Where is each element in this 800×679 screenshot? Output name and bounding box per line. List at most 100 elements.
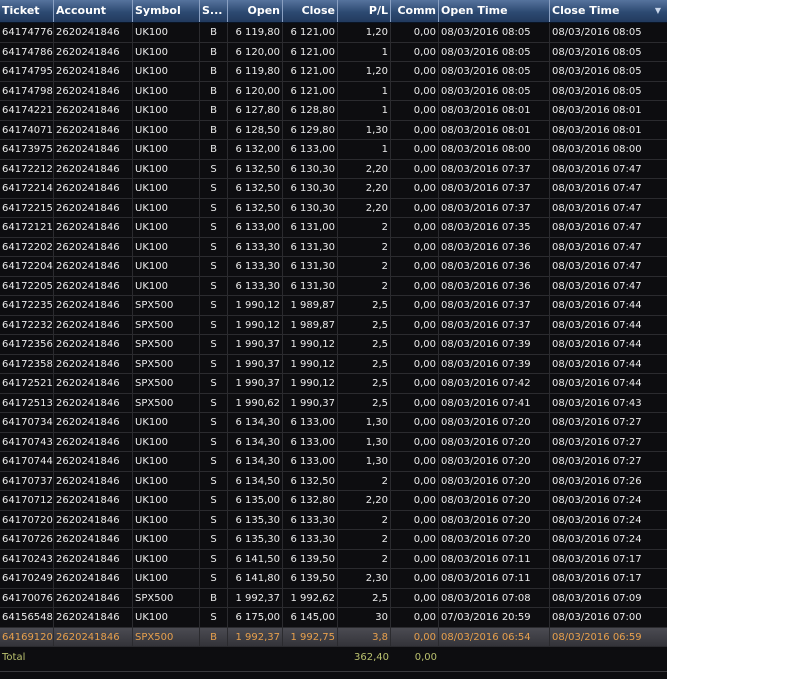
cell-close-time: 08/03/2016 07:09	[552, 592, 642, 604]
cell-account: 2620241846	[54, 452, 133, 471]
cell-side: S	[200, 218, 228, 237]
cell-close: 1 989,87	[283, 315, 338, 335]
column-header-comm[interactable]: Comm	[391, 0, 439, 22]
table-row[interactable]: 64170737 2620241846 UK100 S 6 134,50 6 132,50…	[0, 471, 667, 491]
table-row[interactable]: 64170720 2620241846 UK100 S 6 135,30 6 133,30…	[0, 510, 667, 530]
cell-open: 1 990,12	[228, 315, 283, 335]
table-row[interactable]: 64172202 2620241846 UK100 S 6 133,30 6 131,30…	[0, 237, 667, 257]
table-row[interactable]: 64172356 2620241846 SPX500 S 1 990,37 1 990,1…	[0, 335, 667, 355]
cell-symbol: UK100	[133, 608, 200, 627]
table-row[interactable]: 64172204 2620241846 UK100 S 6 133,30 6 131,30…	[0, 257, 667, 277]
cell-close-time: 08/03/2016 07:17	[552, 553, 642, 565]
cell-symbol: UK100	[133, 140, 200, 159]
cell-ticket: 64172235	[0, 296, 54, 315]
cell-close-time: 08/03/2016 08:01	[552, 124, 642, 136]
cell-pl: 2,20	[338, 159, 391, 179]
cell-close: 1 990,37	[283, 393, 338, 413]
table-row[interactable]: 64174798 2620241846 UK100 B 6 120,00 6 121,00…	[0, 81, 667, 101]
table-row[interactable]: 64170076 2620241846 SPX500 B 1 992,37 1 992,6…	[0, 588, 667, 608]
cell-comm: 0,00	[391, 23, 439, 42]
cell-open-time: 08/03/2016 07:20	[439, 413, 550, 432]
cell-open: 6 133,30	[228, 257, 283, 276]
cell-open: 6 119,80	[228, 23, 283, 42]
cell-comm: 0,00	[391, 296, 439, 315]
table-row[interactable]: 64173975 2620241846 UK100 B 6 132,00 6 133,00…	[0, 140, 667, 160]
cell-pl: 2	[338, 510, 391, 530]
table-row[interactable]: 64170249 2620241846 UK100 S 6 141,80 6 139,50…	[0, 569, 667, 589]
table-row[interactable]: 64170734 2620241846 UK100 S 6 134,30 6 133,00…	[0, 413, 667, 433]
cell-side: S	[200, 471, 228, 491]
table-row[interactable]: 64172232 2620241846 SPX500 S 1 990,12 1 989,8…	[0, 315, 667, 335]
table-row[interactable]: 64169120 2620241846 SPX500 B 1 992,37 1 992,7…	[0, 627, 667, 647]
table-row[interactable]: 64172358 2620241846 SPX500 S 1 990,37 1 990,1…	[0, 354, 667, 374]
cell-symbol: UK100	[133, 413, 200, 432]
cell-comm: 0,00	[391, 62, 439, 81]
cell-comm: 0,00	[391, 276, 439, 296]
cell-close-time: 08/03/2016 07:44	[552, 378, 642, 389]
cell-pl: 2	[338, 218, 391, 237]
cell-pl: 1,30	[338, 120, 391, 140]
table-row[interactable]: 64172215 2620241846 UK100 S 6 132,50 6 130,30…	[0, 198, 667, 218]
cell-open: 6 134,30	[228, 413, 283, 432]
cell-pl: 1	[338, 81, 391, 101]
column-header-open-time[interactable]: Open Time	[439, 0, 550, 22]
table-row[interactable]: 64170712 2620241846 UK100 S 6 135,00 6 132,80…	[0, 491, 667, 511]
cell-pl: 2,5	[338, 335, 391, 354]
cell-open: 6 141,50	[228, 549, 283, 569]
table-row[interactable]: 64170744 2620241846 UK100 S 6 134,30 6 133,00…	[0, 452, 667, 472]
cell-comm: 0,00	[391, 374, 439, 393]
table-row[interactable]: 64174071 2620241846 UK100 B 6 128,50 6 129,80…	[0, 120, 667, 140]
table-row[interactable]: 64156548 2620241846 UK100 S 6 175,00 6 145,00…	[0, 608, 667, 628]
cell-open: 6 134,30	[228, 432, 283, 452]
cell-ticket: 64174795	[0, 62, 54, 81]
cell-pl: 2	[338, 257, 391, 276]
table-row[interactable]: 64172121 2620241846 UK100 S 6 133,00 6 131,00…	[0, 218, 667, 238]
cell-open: 1 992,37	[228, 588, 283, 608]
cell-account: 2620241846	[54, 296, 133, 315]
cell-side: S	[200, 569, 228, 588]
table-row[interactable]: 64172235 2620241846 SPX500 S 1 990,12 1 989,8…	[0, 296, 667, 316]
cell-pl: 2,20	[338, 198, 391, 218]
table-row[interactable]: 64174786 2620241846 UK100 B 6 120,00 6 121,00…	[0, 42, 667, 62]
cell-comm: 0,00	[391, 81, 439, 101]
cell-close-time: 08/03/2016 07:00	[552, 612, 642, 623]
cell-open-time: 08/03/2016 07:20	[439, 491, 550, 510]
column-header-symbol[interactable]: Symbol	[133, 0, 200, 22]
table-row[interactable]: 64172513 2620241846 SPX500 S 1 990,62 1 990,3…	[0, 393, 667, 413]
cell-close-time: 08/03/2016 07:44	[552, 300, 642, 311]
column-header-open[interactable]: Open	[228, 0, 283, 22]
cell-comm: 0,00	[391, 452, 439, 471]
cell-open-time: 08/03/2016 08:05	[439, 42, 550, 62]
cell-close: 1 992,62	[283, 588, 338, 608]
cell-close: 6 121,00	[283, 81, 338, 101]
cell-pl: 2,30	[338, 569, 391, 588]
table-row[interactable]: 64174795 2620241846 UK100 B 6 119,80 6 121,00…	[0, 62, 667, 82]
cell-account: 2620241846	[54, 140, 133, 159]
cell-close-time: 08/03/2016 07:47	[552, 183, 642, 194]
column-header-close[interactable]: Close	[283, 0, 338, 22]
cell-side: S	[200, 335, 228, 354]
table-row[interactable]: 64172212 2620241846 UK100 S 6 132,50 6 130,30…	[0, 159, 667, 179]
table-header: Ticket Account Symbol S... Open Close P/…	[0, 0, 667, 23]
cell-side: S	[200, 237, 228, 257]
table-row[interactable]: 64172205 2620241846 UK100 S 6 133,30 6 131,30…	[0, 276, 667, 296]
cell-comm: 0,00	[391, 101, 439, 120]
column-header-side[interactable]: S...	[200, 0, 228, 22]
table-row[interactable]: 64170726 2620241846 UK100 S 6 135,30 6 133,30…	[0, 530, 667, 550]
table-row[interactable]: 64174221 2620241846 UK100 B 6 127,80 6 128,80…	[0, 101, 667, 121]
cell-comm: 0,00	[391, 413, 439, 432]
column-header-close-time[interactable]: Close Time ▼	[550, 0, 667, 22]
column-header-account[interactable]: Account	[54, 0, 133, 22]
column-header-ticket[interactable]: Ticket	[0, 0, 54, 22]
sort-descending-icon[interactable]: ▼	[655, 0, 661, 22]
cell-ticket: 64174071	[0, 120, 54, 140]
table-row[interactable]: 64172214 2620241846 UK100 S 6 132,50 6 130,30…	[0, 179, 667, 199]
cell-symbol: UK100	[133, 179, 200, 198]
table-row[interactable]: 64174776 2620241846 UK100 B 6 119,80 6 121,00…	[0, 23, 667, 43]
table-row[interactable]: 64170243 2620241846 UK100 S 6 141,50 6 139,50…	[0, 549, 667, 569]
table-row[interactable]: 64172521 2620241846 SPX500 S 1 990,37 1 990,1…	[0, 374, 667, 394]
cell-pl: 2,5	[338, 315, 391, 335]
table-row[interactable]: 64170743 2620241846 UK100 S 6 134,30 6 133,00…	[0, 432, 667, 452]
cell-close-time: 08/03/2016 07:44	[552, 339, 642, 350]
column-header-pl[interactable]: P/L	[338, 0, 391, 22]
